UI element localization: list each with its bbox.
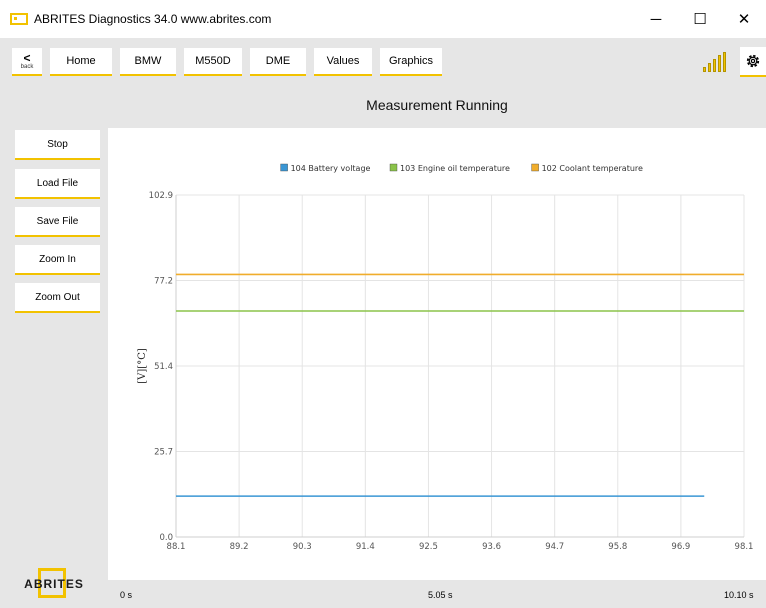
stop-button[interactable]: Stop <box>15 130 100 160</box>
save-file-button[interactable]: Save File <box>15 207 100 237</box>
y-tick-label: 102.9 <box>149 191 173 201</box>
tab-m550d[interactable]: M550D <box>184 47 242 76</box>
gear-icon <box>746 54 760 67</box>
timeline-end: 10.10 s <box>724 590 754 600</box>
x-tick-label: 92.5 <box>419 542 438 552</box>
x-tick-label: 93.6 <box>482 542 501 552</box>
y-tick-label: 51.4 <box>154 362 173 372</box>
legend-swatch <box>280 163 288 172</box>
back-button[interactable]: < back <box>12 47 42 76</box>
settings-button[interactable] <box>740 46 766 77</box>
chart-svg: 88.1 89.2 90.3 91.4 92.5 93.6 94.7 95.8 96.9 98.1… <box>137 163 754 552</box>
y-tick-label: 0.0 <box>159 533 173 543</box>
measurement-chart: 88.1 89.2 90.3 91.4 92.5 93.6 94.7 95.8 96.9 98.1… <box>108 128 766 580</box>
zoom-out-button[interactable]: Zoom Out <box>15 283 100 313</box>
x-tick-label: 88.1 <box>167 542 186 552</box>
timeline-mid: 5.05 s <box>428 590 453 600</box>
left-panel: Stop Load File Save File Zoom In Zoom Ou… <box>0 128 108 608</box>
tab-bmw[interactable]: BMW <box>120 47 176 76</box>
legend-swatch <box>389 163 398 172</box>
timeline-bar[interactable]: 0 s 5.05 s 10.10 s <box>108 580 766 608</box>
load-file-button[interactable]: Load File <box>15 169 100 199</box>
timeline-start: 0 s <box>120 590 133 600</box>
page-title: Measurement Running <box>366 97 508 113</box>
back-label: back <box>20 63 34 70</box>
x-tick-label: 95.8 <box>608 542 627 552</box>
x-tick-label: 96.9 <box>671 542 690 552</box>
x-tick-label: 94.7 <box>545 542 564 552</box>
maximize-button[interactable]: ☐ <box>678 0 722 38</box>
legend-swatch <box>531 163 539 172</box>
app-icon <box>10 13 28 25</box>
abrites-logo: ABRITES <box>6 568 102 602</box>
logo-text: ABRITES <box>24 577 84 591</box>
back-chevron-icon: < <box>23 50 31 65</box>
window-controls: ─ ☐ ✕ <box>634 0 766 38</box>
y-tick-label: 25.7 <box>154 448 173 458</box>
x-tick-label: 98.1 <box>735 542 754 552</box>
minimize-button[interactable]: ─ <box>634 0 678 38</box>
window-title: ABRITES Diagnostics 34.0 www.abrites.com <box>34 12 272 26</box>
x-tick-label: 90.3 <box>293 542 312 552</box>
status-band: Measurement Running <box>0 85 766 128</box>
tab-dme[interactable]: DME <box>250 47 306 76</box>
tab-graphics[interactable]: Graphics <box>380 47 442 76</box>
x-tick-label: 91.4 <box>356 542 375 552</box>
tab-values[interactable]: Values <box>314 47 372 76</box>
title-bar: ABRITES Diagnostics 34.0 www.abrites.com… <box>0 0 766 38</box>
legend-label: 103 Engine oil temperature <box>400 164 510 173</box>
breadcrumb-toolbar: < back Home BMW M550D DME Values Graphic… <box>0 38 766 85</box>
x-tick-label: 89.2 <box>230 542 249 552</box>
y-tick-label: 77.2 <box>154 277 173 287</box>
legend-label: 102 Coolant temperature <box>542 164 643 173</box>
close-button[interactable]: ✕ <box>722 0 766 38</box>
signal-strength-icon <box>703 51 726 72</box>
zoom-in-button[interactable]: Zoom In <box>15 245 100 275</box>
y-axis-label: [V][°C] <box>137 348 148 384</box>
tab-home[interactable]: Home <box>50 47 112 76</box>
legend-label: 104 Battery voltage <box>291 164 371 173</box>
